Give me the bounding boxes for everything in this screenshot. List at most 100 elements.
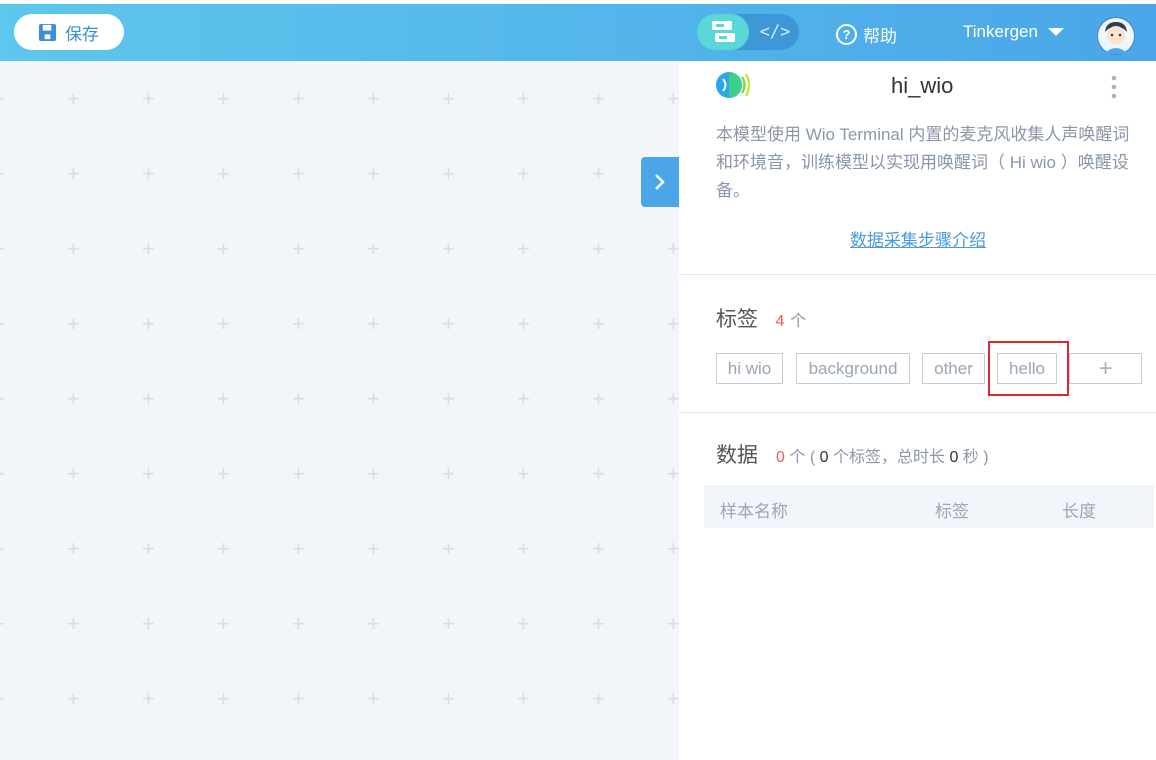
code-mode-button[interactable]: </> xyxy=(755,14,795,50)
grid-plus-mark: + xyxy=(442,86,455,111)
grid-plus-mark: + xyxy=(142,536,155,561)
grid-plus-mark: + xyxy=(142,386,155,411)
collapse-panel-button[interactable] xyxy=(641,157,679,207)
column-sample-name[interactable]: 样本名称 xyxy=(720,497,788,522)
label-tag-hi-wio[interactable]: hi wio xyxy=(716,353,783,384)
grid-plus-mark: + xyxy=(0,688,5,710)
labels-count-unit: 个 xyxy=(790,313,807,330)
model-panel: hi_wio 本模型使用 Wio Terminal 内置的麦克风收集人声唤醒词和… xyxy=(679,61,1156,760)
more-vertical-icon[interactable] xyxy=(1111,75,1117,99)
grid-plus-mark: + xyxy=(517,461,530,486)
grid-plus-mark: + xyxy=(0,238,5,260)
grid-plus-mark: + xyxy=(442,611,455,636)
grid-plus-mark: + xyxy=(217,461,230,486)
grid-plus-mark: + xyxy=(0,538,5,560)
top-toolbar: 保存 </> ? 帮助 Tinkergen xyxy=(0,4,1156,61)
data-table-header: 样本名称 标签 长度 xyxy=(704,485,1154,528)
grid-plus-mark: + xyxy=(592,236,605,261)
model-name: hi_wio xyxy=(891,73,954,98)
grid-plus-mark: + xyxy=(667,86,679,111)
workspace-canvas[interactable]: + + + + + + + + + + + + + + + + + + + + + + + + + + + + + + + + + + + + + + + +… xyxy=(0,61,679,760)
data-count-unit: 个 xyxy=(789,449,806,466)
highlight-box xyxy=(988,341,1069,396)
grid-plus-mark: + xyxy=(217,386,230,411)
grid-plus-mark: + xyxy=(517,536,530,561)
blocks-icon xyxy=(712,21,735,42)
help-button[interactable]: ? 帮助 xyxy=(836,22,897,47)
grid-plus-mark: + xyxy=(517,161,530,186)
save-button[interactable]: 保存 xyxy=(14,14,124,50)
save-label: 保存 xyxy=(65,24,99,44)
grid-plus-mark: + xyxy=(592,461,605,486)
column-label[interactable]: 标签 xyxy=(935,497,969,522)
grid-plus-mark: + xyxy=(292,461,305,486)
grid-plus-mark: + xyxy=(667,386,679,411)
data-collection-guide-link[interactable]: 数据采集步骤介绍 xyxy=(850,226,986,251)
grid-plus-mark: + xyxy=(592,611,605,636)
grid-plus-mark: + xyxy=(517,236,530,261)
grid-plus-mark: + xyxy=(0,463,5,485)
user-name: Tinkergen xyxy=(963,22,1038,41)
grid-plus-mark: + xyxy=(67,161,80,186)
divider xyxy=(679,412,1156,413)
grid-plus-mark: + xyxy=(217,536,230,561)
grid-plus-mark: + xyxy=(142,611,155,636)
user-menu[interactable]: Tinkergen xyxy=(963,22,1064,42)
column-length[interactable]: 长度 xyxy=(1062,497,1096,522)
label-tag-background[interactable]: background xyxy=(796,353,910,384)
grid-plus-mark: + xyxy=(67,311,80,336)
block-mode-button[interactable] xyxy=(697,14,749,50)
save-icon xyxy=(38,23,57,41)
grid-plus-mark: + xyxy=(217,236,230,261)
grid-plus-mark: + xyxy=(217,86,230,111)
total-duration: 0 xyxy=(949,449,959,466)
grid-plus-mark: + xyxy=(442,686,455,711)
grid-plus-mark: + xyxy=(442,536,455,561)
chevron-right-icon xyxy=(655,174,665,190)
data-header: 数据 xyxy=(716,439,758,469)
data-count: 0 xyxy=(776,449,785,466)
grid-plus-mark: + xyxy=(142,461,155,486)
grid-plus-mark: + xyxy=(592,86,605,111)
grid-plus-mark: + xyxy=(142,311,155,336)
grid-plus-mark: + xyxy=(367,311,380,336)
grid-plus-mark: + xyxy=(442,161,455,186)
grid-plus-mark: + xyxy=(367,386,380,411)
grid-plus-mark: + xyxy=(367,236,380,261)
model-description: 本模型使用 Wio Terminal 内置的麦克风收集人声唤醒词和环境音，训练模… xyxy=(716,125,1130,200)
grid-plus-mark: + xyxy=(67,611,80,636)
grid-plus-mark: + xyxy=(217,311,230,336)
grid-plus-mark: + xyxy=(592,536,605,561)
summary-open: ( xyxy=(809,449,820,466)
grid-plus-mark: + xyxy=(592,311,605,336)
grid-plus-mark: + xyxy=(142,161,155,186)
grid-plus-mark: + xyxy=(667,611,679,636)
grid-plus-mark: + xyxy=(592,686,605,711)
data-summary: 0 个 ( 0 个标签，总时长 0 秒 ) xyxy=(776,443,989,467)
grid-plus-mark: + xyxy=(292,536,305,561)
add-label-button[interactable]: + xyxy=(1069,353,1142,384)
grid-plus-mark: + xyxy=(292,386,305,411)
duration-unit: 秒 ) xyxy=(962,449,989,466)
grid-plus-mark: + xyxy=(367,686,380,711)
mode-toggle[interactable]: </> xyxy=(697,14,799,50)
grid-plus-mark: + xyxy=(217,161,230,186)
grid-plus-mark: + xyxy=(592,386,605,411)
grid-plus-mark: + xyxy=(292,611,305,636)
grid-plus-mark: + xyxy=(367,611,380,636)
grid-plus-mark: + xyxy=(0,613,5,635)
label-tag-other[interactable]: other xyxy=(922,353,985,384)
grid-plus-mark: + xyxy=(442,236,455,261)
grid-plus-mark: + xyxy=(0,313,5,335)
labels-count: 4 xyxy=(775,313,785,330)
grid-plus-mark: + xyxy=(0,388,5,410)
label-count-text: 个标签，总时长 xyxy=(832,449,945,466)
avatar[interactable] xyxy=(1096,16,1136,56)
grid-plus-mark: + xyxy=(517,386,530,411)
grid-plus-mark: + xyxy=(142,686,155,711)
grid-plus-mark: + xyxy=(442,386,455,411)
grid-plus-mark: + xyxy=(367,536,380,561)
labels-header: 标签 4 个 xyxy=(716,303,806,333)
question-icon: ? xyxy=(836,24,857,45)
grid-plus-mark: + xyxy=(67,386,80,411)
